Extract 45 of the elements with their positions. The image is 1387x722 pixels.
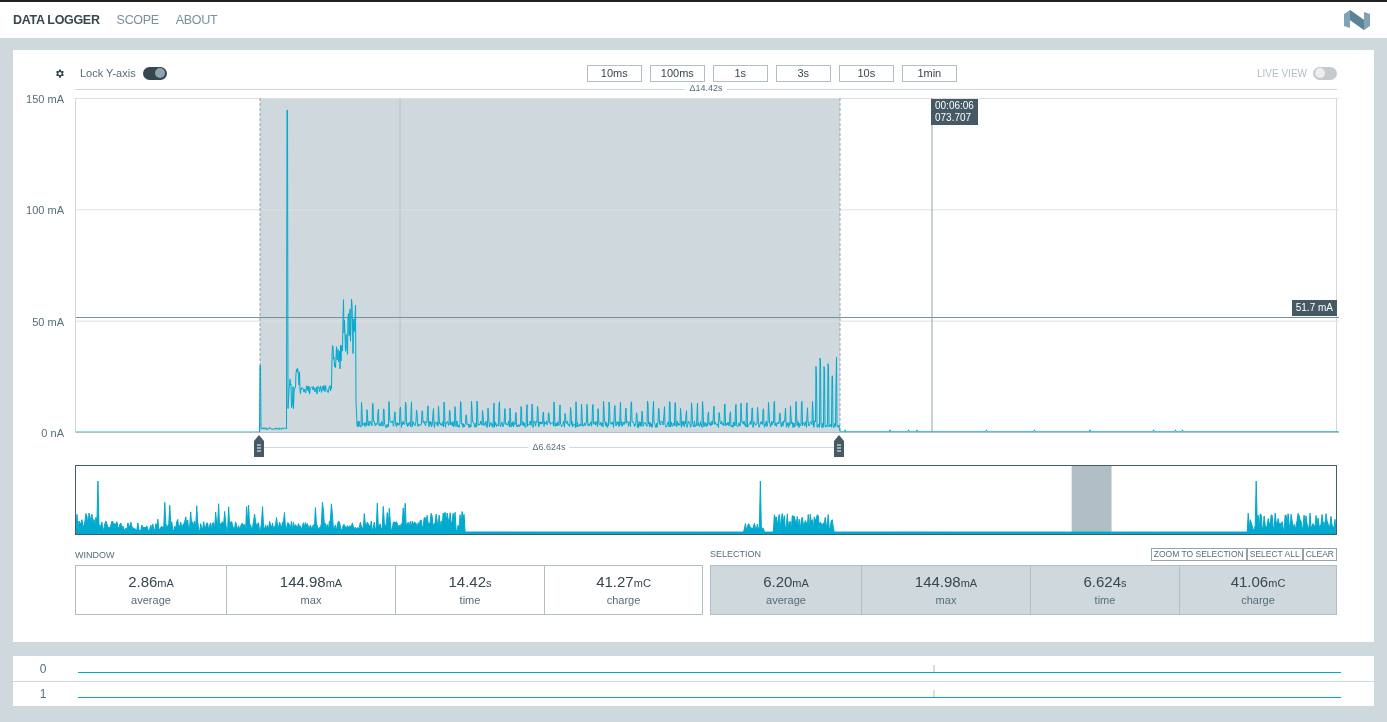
selection-action-button[interactable]: ZOOM TO SELECTION bbox=[1150, 548, 1247, 561]
zoom-button[interactable]: 1min bbox=[901, 64, 957, 82]
overview-minimap[interactable] bbox=[75, 465, 1337, 535]
channel-label: 0 bbox=[38, 660, 48, 678]
stat-label: charge bbox=[1241, 592, 1275, 608]
stat-value: 144.98mA bbox=[279, 572, 343, 592]
y-axis-label: 100 mA bbox=[26, 203, 64, 219]
zoom-button[interactable]: 10s bbox=[838, 64, 894, 82]
stat-value: 6.624s bbox=[1083, 572, 1127, 592]
cursor-time-label: 00:06:06 073.707 bbox=[931, 99, 978, 125]
stat-value: 14.42s bbox=[448, 572, 492, 592]
stat-label: time bbox=[1094, 592, 1116, 608]
settings-icon[interactable] bbox=[54, 67, 65, 79]
stat-label: max bbox=[300, 592, 322, 608]
stat-value: 41.06mC bbox=[1230, 572, 1286, 592]
y-axis-label: 50 mA bbox=[32, 314, 64, 330]
nav-tab[interactable]: DATA LOGGER bbox=[13, 10, 100, 30]
y-axis-label: 0 nA bbox=[41, 426, 64, 441]
stat-label: max bbox=[935, 592, 957, 608]
window-section-title: WINDOW bbox=[75, 549, 116, 561]
y-axis-label: 150 mA bbox=[26, 92, 64, 107]
logo-icon bbox=[1344, 10, 1370, 30]
lock-y-axis-label: Lock Y-axis bbox=[80, 65, 136, 81]
stat-value: 144.98mA bbox=[914, 572, 978, 592]
stat-label: average bbox=[131, 592, 171, 608]
left-selection-handle[interactable] bbox=[254, 435, 264, 457]
zoom-button[interactable]: 100ms bbox=[649, 64, 705, 82]
selection-action-button[interactable]: CLEAR bbox=[1302, 548, 1337, 561]
stat-label: time bbox=[459, 592, 481, 608]
zoom-button[interactable]: 1s bbox=[712, 64, 768, 82]
zoom-button[interactable]: 3s bbox=[775, 64, 831, 82]
stat-value: 2.86mA bbox=[128, 572, 174, 592]
stat-label: average bbox=[766, 592, 806, 608]
toggle-switch[interactable] bbox=[1313, 66, 1337, 80]
stat-label: charge bbox=[606, 592, 641, 608]
live-view-label: LIVE VIEW bbox=[1257, 66, 1307, 81]
toggle-switch[interactable] bbox=[142, 66, 167, 80]
zoom-button[interactable]: 10ms bbox=[586, 64, 642, 82]
stat-value: 6.20mA bbox=[763, 572, 809, 592]
selection-section-title: SELECTION bbox=[710, 547, 761, 561]
channel-label: 1 bbox=[38, 686, 48, 703]
cursor-value-label: 51.7 mA bbox=[1291, 300, 1337, 316]
right-selection-handle[interactable] bbox=[834, 435, 844, 457]
selection-action-button[interactable]: SELECT ALL bbox=[1246, 548, 1303, 561]
stat-value: 41.27mC bbox=[596, 572, 651, 592]
